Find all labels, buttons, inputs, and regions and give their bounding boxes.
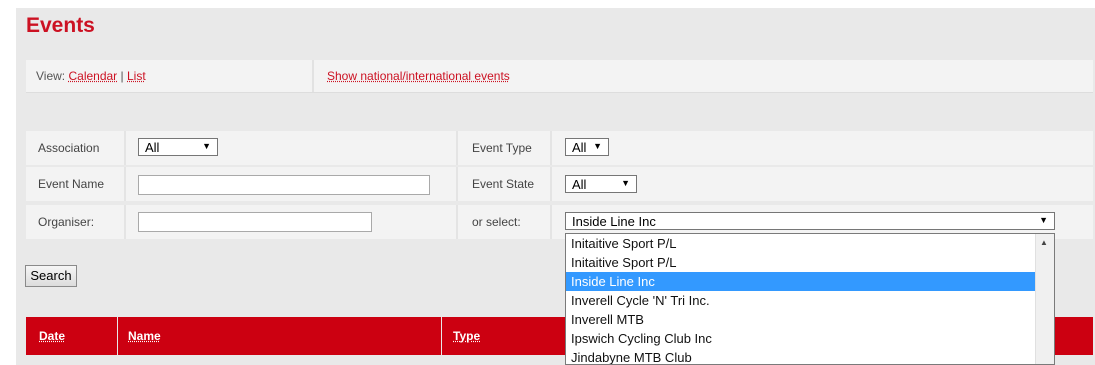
chevron-down-icon: ▼	[621, 178, 630, 188]
view-label: View:	[36, 69, 66, 83]
view-separator: |	[120, 69, 124, 83]
dropdown-option[interactable]: Jindabyne MTB Club	[566, 348, 1036, 364]
or-select-label: or select:	[472, 215, 521, 229]
event-type-select[interactable]: All ▼	[565, 138, 609, 156]
calendar-view-link[interactable]: Calendar	[68, 69, 117, 83]
chevron-down-icon: ▼	[593, 141, 602, 151]
column-divider	[124, 167, 126, 201]
column-divider	[550, 167, 552, 201]
view-switcher-cell: View: Calendar | List	[26, 60, 314, 92]
dropdown-option[interactable]: Inverell MTB	[566, 310, 1036, 329]
column-divider	[456, 131, 458, 165]
page-title: Events	[26, 14, 95, 37]
column-divider	[124, 205, 126, 239]
column-divider	[124, 131, 126, 165]
show-national-events-container: Show national/international events	[327, 69, 510, 83]
type-column-header[interactable]: Type	[453, 329, 480, 343]
chevron-down-icon: ▼	[1039, 215, 1048, 225]
dropdown-option-selected[interactable]: Inside Line Inc	[566, 272, 1036, 291]
scroll-up-icon[interactable]: ▲	[1040, 238, 1048, 247]
list-view-link[interactable]: List	[127, 69, 146, 83]
dropdown-option[interactable]: Inverell Cycle 'N' Tri Inc.	[566, 291, 1036, 310]
column-divider	[550, 131, 552, 165]
event-state-select[interactable]: All ▼	[565, 175, 637, 193]
column-divider	[456, 205, 458, 239]
event-type-select-value: All	[572, 140, 587, 155]
event-name-input[interactable]	[138, 175, 430, 195]
column-divider	[441, 317, 442, 355]
column-divider	[550, 205, 552, 239]
event-type-label: Event Type	[472, 141, 532, 155]
show-national-events-link[interactable]: Show national/international events	[327, 69, 510, 83]
dropdown-scrollbar[interactable]: ▲	[1035, 234, 1054, 364]
association-select-value: All	[145, 140, 160, 155]
view-bar: View: Calendar | List Show national/inte…	[26, 60, 1093, 93]
dropdown-option[interactable]: Initaitive Sport P/L	[566, 234, 1036, 253]
organiser-label: Organiser:	[38, 215, 95, 229]
organiser-select-value: Inside Line Inc	[572, 214, 656, 229]
event-name-label: Event Name	[38, 177, 105, 191]
dropdown-option[interactable]: Initaitive Sport P/L	[566, 253, 1036, 272]
date-column-header[interactable]: Date	[39, 329, 65, 343]
column-divider	[456, 167, 458, 201]
chevron-down-icon: ▼	[202, 141, 211, 151]
filter-row-event-name: Event Name Event State All ▼	[26, 167, 1093, 201]
association-label: Association	[38, 141, 100, 155]
column-divider	[117, 317, 118, 355]
filter-row-association: Association All ▼ Event Type All ▼	[26, 131, 1093, 165]
event-state-label: Event State	[472, 177, 535, 191]
dropdown-option[interactable]: Ipswich Cycling Club Inc	[566, 329, 1036, 348]
organiser-select[interactable]: Inside Line Inc ▼	[565, 212, 1055, 230]
view-switcher: View: Calendar | List	[36, 69, 146, 83]
organiser-dropdown-list[interactable]: Initaitive Sport P/L Initaitive Sport P/…	[565, 233, 1055, 365]
name-column-header[interactable]: Name	[128, 329, 161, 343]
search-button[interactable]: Search	[25, 265, 77, 287]
organiser-input[interactable]	[138, 212, 372, 232]
association-select[interactable]: All ▼	[138, 138, 218, 156]
event-state-select-value: All	[572, 177, 587, 192]
